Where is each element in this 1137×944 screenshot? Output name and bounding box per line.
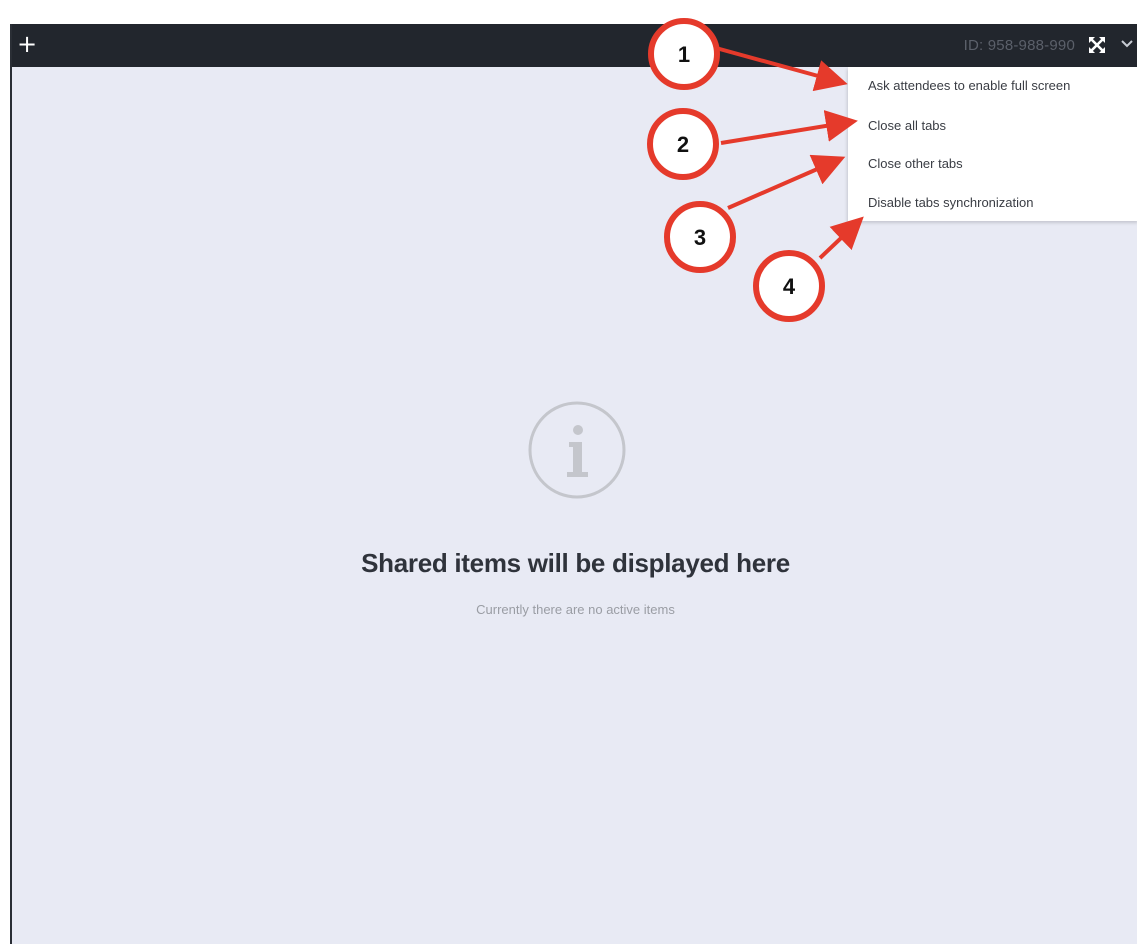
meeting-id-label: ID: 958-988-990 [963, 37, 1075, 54]
empty-state-title: Shared items will be displayed here [361, 548, 790, 578]
top-toolbar: + ID: 958-988-990 [12, 24, 1137, 67]
tabs-menu-toggle[interactable] [1119, 34, 1135, 54]
menu-item-close-all-tabs[interactable]: Close all tabs [868, 118, 946, 133]
fullscreen-toggle-icon [1089, 37, 1105, 53]
empty-state-subtitle: Currently there are no active items [476, 602, 675, 617]
menu-item-close-other-tabs[interactable]: Close other tabs [868, 156, 963, 171]
shared-content-panel: + ID: 958-988-990 Ask attendees to enabl… [10, 24, 1137, 944]
tabs-options-menu: Ask attendees to enable full screen Clos… [848, 67, 1137, 221]
fullscreen-toggle-button[interactable] [1087, 34, 1107, 56]
info-icon [528, 401, 626, 499]
add-tab-button[interactable]: + [15, 30, 39, 58]
chevron-down-icon [1121, 40, 1133, 48]
menu-item-ask-fullscreen[interactable]: Ask attendees to enable full screen [868, 78, 1070, 93]
menu-item-disable-sync[interactable]: Disable tabs synchronization [868, 195, 1033, 210]
